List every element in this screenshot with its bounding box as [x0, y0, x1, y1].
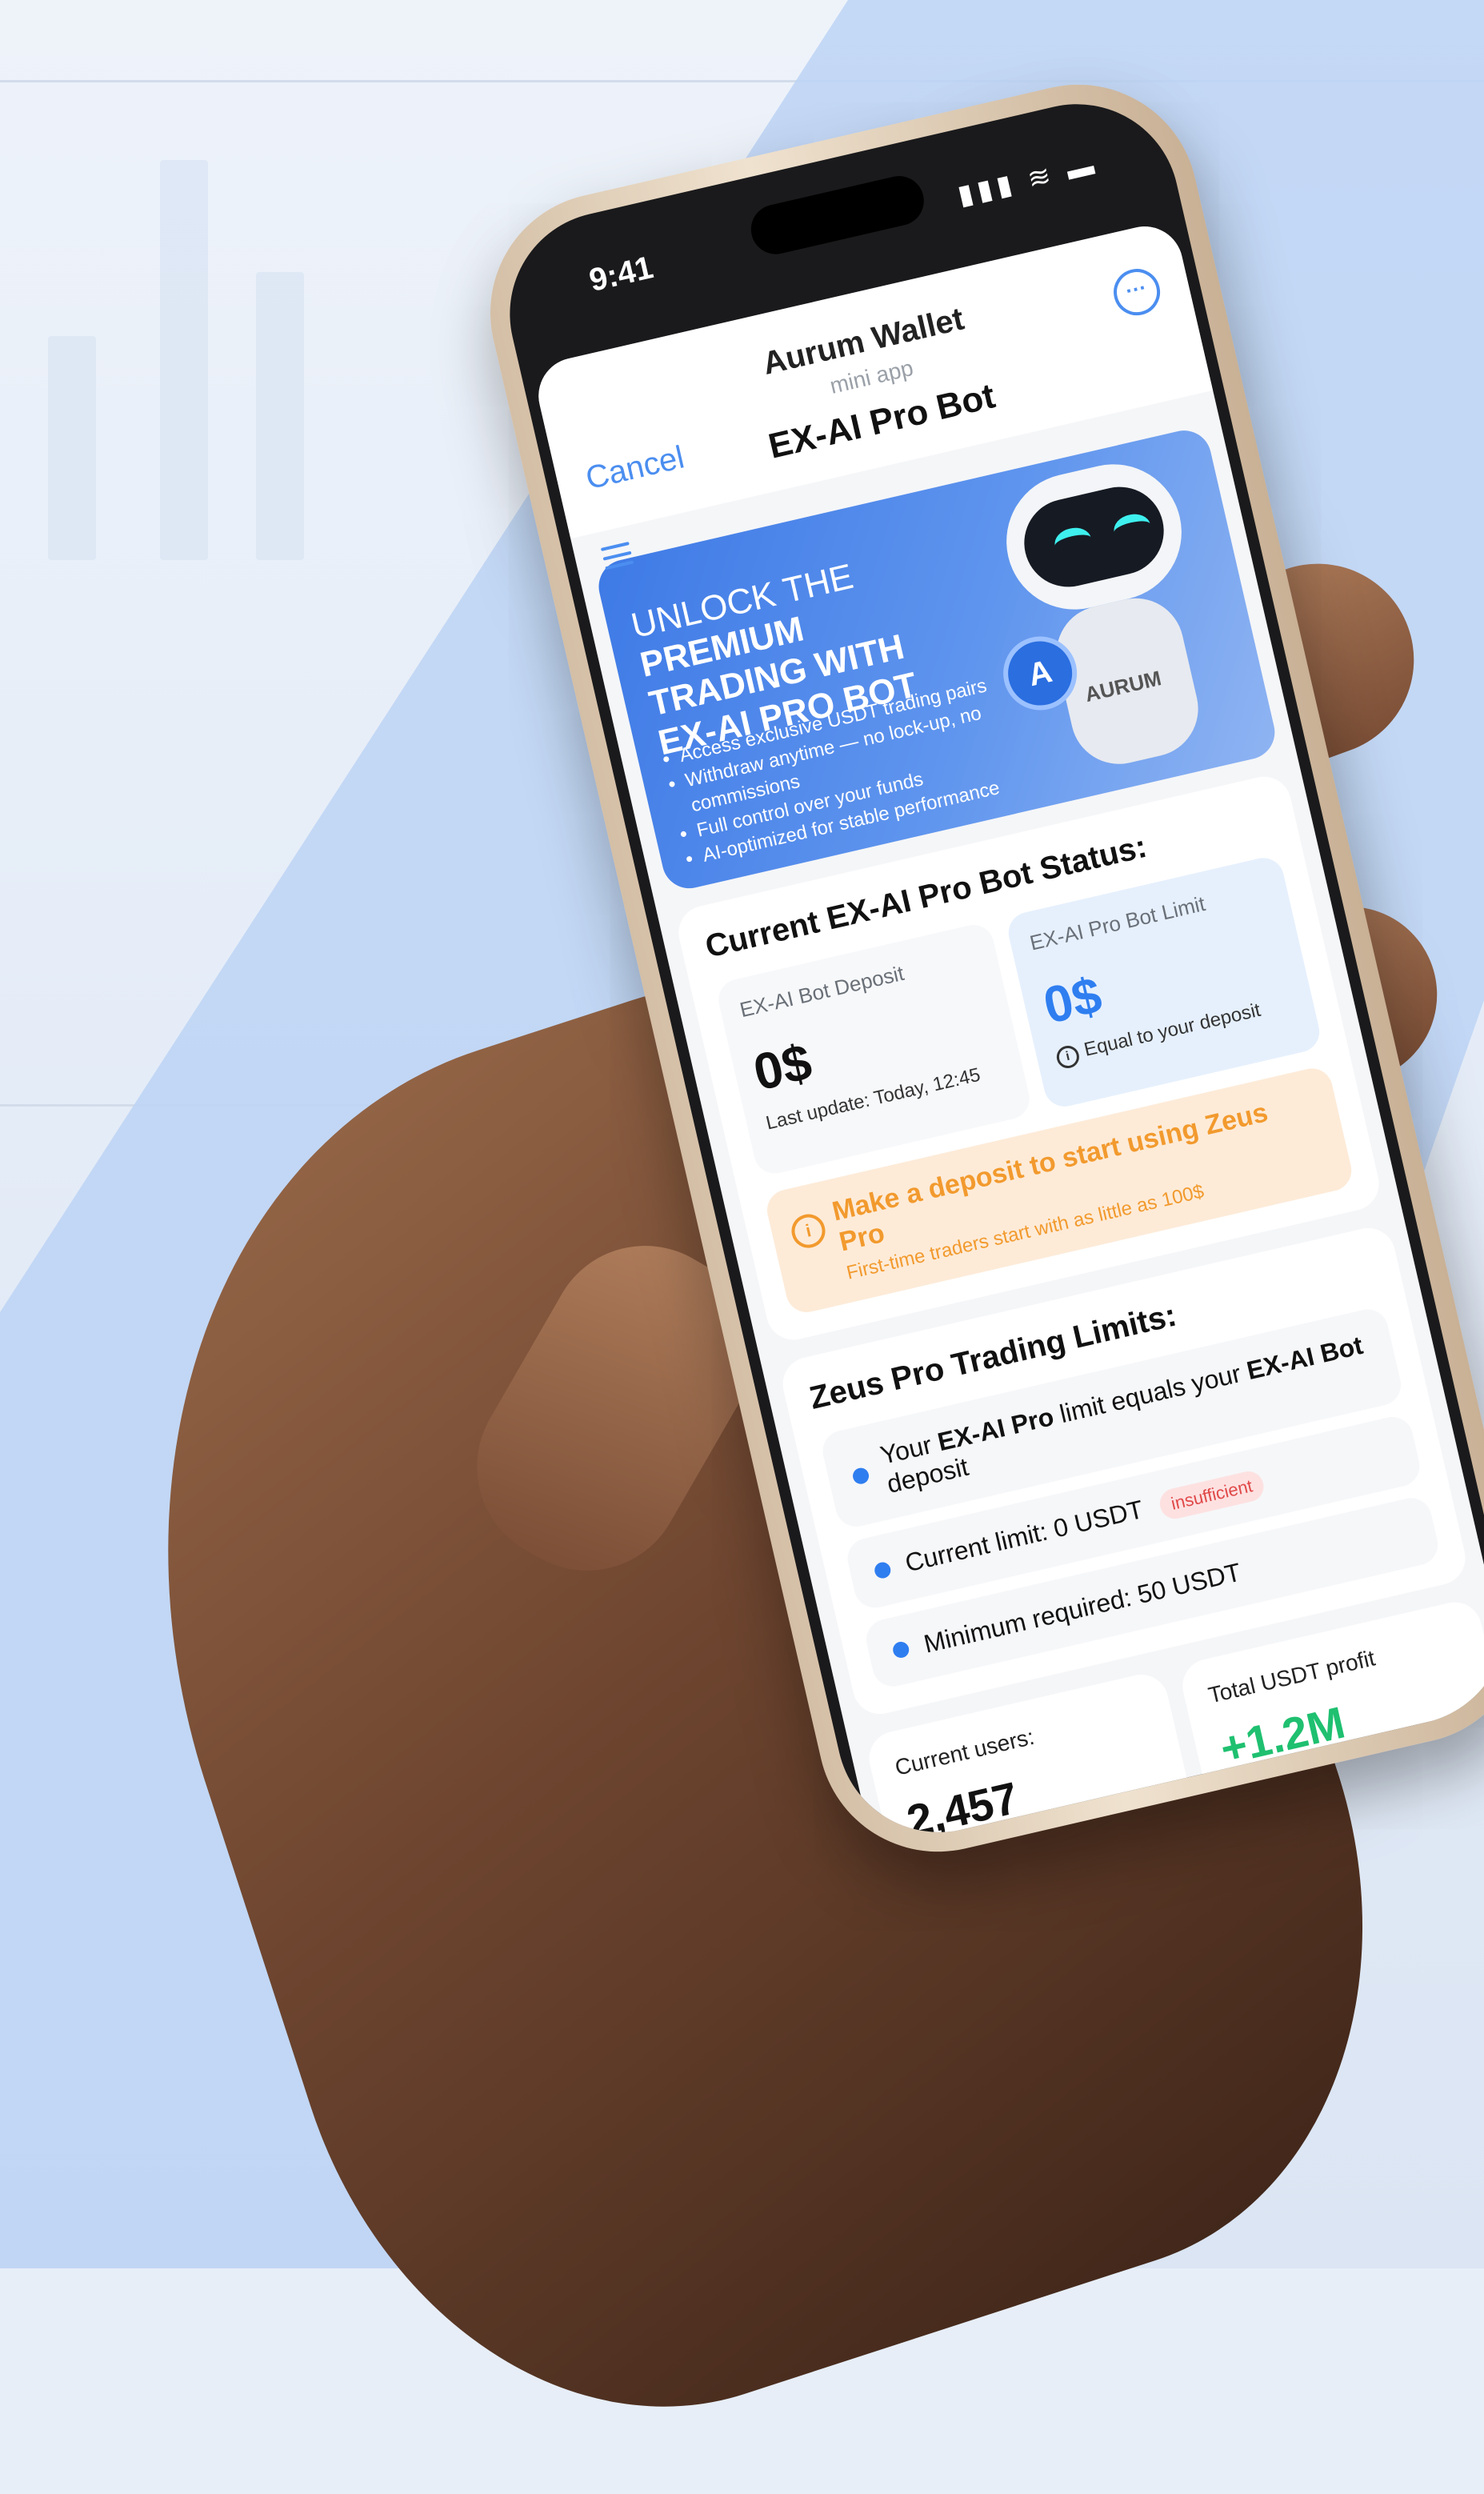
- deposit-stat: EX-AI Bot Deposit 0$ Last update: Today,…: [714, 920, 1034, 1178]
- bg-bar: [48, 336, 96, 560]
- limit-text-strong: EX-AI Bot: [1244, 1330, 1366, 1386]
- bullet-dot: [851, 1466, 871, 1486]
- insufficient-badge: insufficient: [1157, 1467, 1267, 1522]
- bg-bar: [256, 272, 304, 560]
- bullet-dot: [891, 1639, 911, 1659]
- limit-stat: EX-AI Pro Bot Limit 0$ i Equal to your de…: [1004, 854, 1324, 1111]
- warning-info-icon: i: [788, 1211, 829, 1251]
- bg-bar: [160, 160, 208, 560]
- info-icon[interactable]: i: [1054, 1043, 1082, 1071]
- dynamic-island: [746, 170, 929, 259]
- signal-wifi-battery-icon: ▮▮▮ ≋ ▬: [954, 149, 1102, 211]
- bullet-dot: [873, 1560, 893, 1580]
- limit-text-strong: EX-AI Pro: [934, 1402, 1057, 1457]
- limit-text: limit equals your: [1050, 1357, 1251, 1431]
- status-time: 9:41: [586, 250, 657, 298]
